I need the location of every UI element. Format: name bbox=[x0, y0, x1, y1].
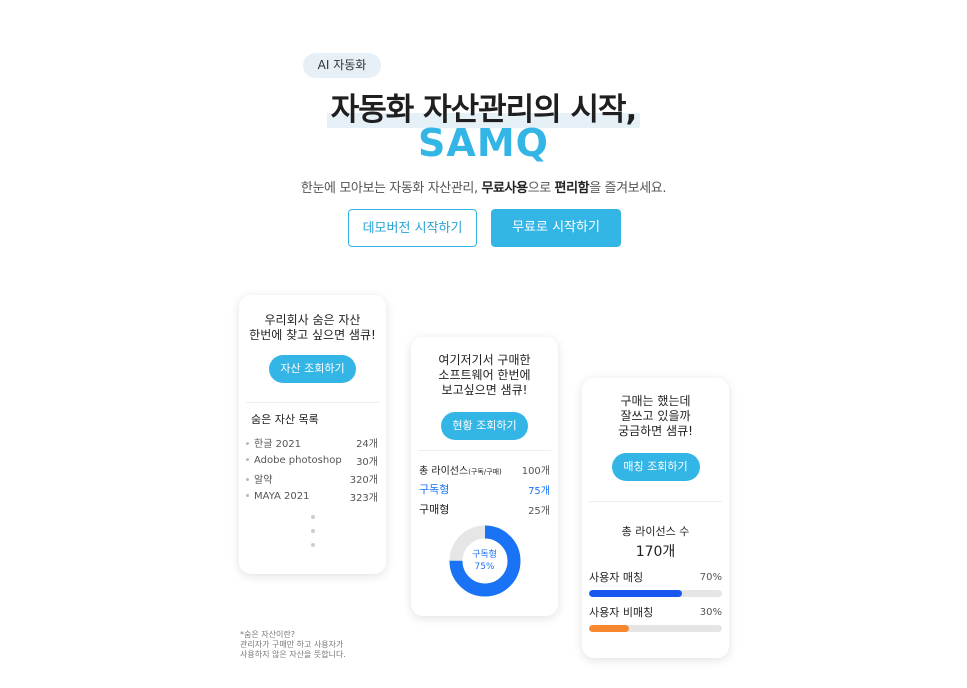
list-item: MAYA 2021 323개 bbox=[246, 487, 378, 505]
list-item-count: 30개 bbox=[356, 456, 378, 468]
donut-percent: 75% bbox=[474, 562, 495, 572]
match-row: 사용자 매칭 70% bbox=[589, 567, 722, 587]
total-license-count: 170개 bbox=[635, 544, 676, 560]
list-item-count: 320개 bbox=[349, 474, 378, 486]
list-item: Adobe photoshop 30개 bbox=[246, 451, 378, 469]
list-item-name: MAYA 2021 bbox=[246, 491, 310, 502]
hero-subline: 한눈에 모아보는 자동화 자산관리, 무료사용으로 편리함을 즐겨보세요. bbox=[0, 177, 967, 196]
subline-bold-convenience: 편리함 bbox=[554, 181, 590, 196]
ai-automation-badge: AI 자동화 bbox=[303, 53, 381, 78]
start-free-button[interactable]: 무료로 시작하기 bbox=[491, 209, 621, 247]
license-summary: 총 라이선스(구독/구매) 100개 구독형 75개 구매형 25개 bbox=[419, 459, 550, 519]
list-item-count: 323개 bbox=[349, 492, 378, 504]
purchase-label: 구매형 bbox=[419, 503, 450, 516]
card-heading: 여기저기서 구매한 소프트웨어 한번에 보고싶으면 샘큐! bbox=[411, 337, 558, 398]
bullet-icon bbox=[246, 442, 249, 445]
unmatch-label: 사용자 비매칭 bbox=[589, 606, 654, 619]
more-ellipsis-icon bbox=[239, 515, 386, 547]
card-heading: 우리회사 숨은 자산 한번에 찾고 싶으면 샘큐! bbox=[239, 295, 386, 343]
total-license-row: 총 라이선스(구독/구매) 100개 bbox=[419, 459, 550, 479]
hidden-asset-list-title: 숨은 자산 목록 bbox=[251, 413, 319, 426]
subscription-label: 구독형 bbox=[419, 483, 450, 496]
list-item: 알약 320개 bbox=[246, 469, 378, 487]
total-license-label: 총 라이선스 수 bbox=[621, 525, 690, 538]
match-label: 사용자 매칭 bbox=[589, 571, 644, 584]
card-heading-line: 여기저기서 구매한 bbox=[438, 353, 531, 367]
unmatch-row: 사용자 비매칭 30% bbox=[589, 602, 722, 622]
matching-search-button[interactable]: 매칭 조회하기 bbox=[611, 453, 700, 481]
divider bbox=[418, 450, 551, 451]
list-item-count: 24개 bbox=[356, 438, 378, 450]
match-progress-bar bbox=[589, 590, 722, 597]
purchase-row: 구매형 25개 bbox=[419, 499, 550, 519]
subline-bold-free: 무료사용 bbox=[481, 181, 528, 196]
item-label: 알약 bbox=[254, 474, 273, 486]
hidden-asset-footnote: *숨은 자산이란? 관리자가 구매만 하고 사용자가 사용하지 않은 자산을 뜻… bbox=[240, 630, 346, 660]
start-demo-button[interactable]: 데모버전 시작하기 bbox=[348, 209, 477, 247]
label-subtext: (구독/구매) bbox=[468, 467, 502, 476]
card-heading-line: 궁금하면 샘큐! bbox=[618, 424, 693, 438]
subline-text: 한눈에 모아보는 자동화 자산관리, bbox=[300, 181, 482, 196]
list-item-name: Adobe photoshop bbox=[246, 455, 342, 466]
subscription-count: 75개 bbox=[528, 485, 550, 497]
card-heading-line: 보고싶으면 샘큐! bbox=[441, 383, 528, 397]
license-matching-card: 구매는 했는데 잘쓰고 있을까 궁금하면 샘큐! 매칭 조회하기 총 라이선스 … bbox=[582, 378, 729, 658]
unmatch-progress-fill bbox=[589, 625, 629, 632]
card-heading-line: 잘쓰고 있을까 bbox=[620, 409, 691, 423]
list-item-name: 알약 bbox=[246, 471, 272, 486]
bullet-icon bbox=[246, 478, 249, 481]
card-heading-line: 구매는 했는데 bbox=[620, 394, 691, 408]
card-heading-line: 소프트웨어 한번에 bbox=[438, 368, 531, 382]
donut-label: 구독형 bbox=[472, 550, 497, 560]
card-heading-line: 한번에 찾고 싶으면 샘큐! bbox=[249, 328, 376, 342]
unmatch-progress-bar bbox=[589, 625, 722, 632]
unmatch-percent: 30% bbox=[699, 606, 722, 618]
footnote-line: *숨은 자산이란? bbox=[240, 630, 295, 639]
purchase-count: 25개 bbox=[528, 505, 550, 517]
footnote-line: 관리자가 구매만 하고 사용자가 bbox=[240, 640, 344, 649]
subscription-row: 구독형 75개 bbox=[419, 479, 550, 499]
list-item: 한글 2021 24개 bbox=[246, 433, 378, 451]
list-item-name: 한글 2021 bbox=[246, 435, 301, 450]
status-search-button[interactable]: 현황 조회하기 bbox=[441, 412, 528, 440]
card-heading: 구매는 했는데 잘쓰고 있을까 궁금하면 샘큐! bbox=[582, 378, 729, 439]
footnote-line: 사용하지 않은 자산을 뜻합니다. bbox=[240, 650, 346, 659]
total-license-label: 총 라이선스(구독/구매) bbox=[419, 462, 502, 477]
item-label: MAYA 2021 bbox=[254, 490, 310, 502]
asset-search-button[interactable]: 자산 조회하기 bbox=[269, 355, 356, 383]
subline-text: 을 즐겨보세요. bbox=[589, 181, 667, 196]
subscription-donut-chart: 구독형 75% bbox=[449, 525, 521, 597]
item-label: 한글 2021 bbox=[254, 438, 302, 450]
match-progress-fill bbox=[589, 590, 683, 597]
card-heading-line: 우리회사 숨은 자산 bbox=[264, 313, 361, 327]
brand-name: SAMQ bbox=[418, 121, 549, 165]
divider bbox=[246, 402, 379, 403]
subline-text: 으로 bbox=[527, 181, 555, 196]
label-text: 총 라이선스 bbox=[419, 465, 469, 477]
match-percent: 70% bbox=[699, 571, 722, 583]
total-license-summary: 총 라이선스 수 170개 bbox=[582, 523, 729, 561]
total-license-count: 100개 bbox=[521, 465, 550, 477]
hidden-asset-list: 한글 2021 24개 Adobe photoshop 30개 알약 320개 MAY… bbox=[246, 433, 378, 505]
item-label: Adobe photoshop bbox=[254, 454, 342, 466]
bullet-icon bbox=[246, 494, 249, 497]
divider bbox=[589, 501, 722, 502]
bullet-icon bbox=[246, 458, 249, 461]
matching-stats: 사용자 매칭 70% 사용자 비매칭 30% bbox=[589, 567, 722, 632]
asset-search-card: 우리회사 숨은 자산 한번에 찾고 싶으면 샘큐! 자산 조회하기 숨은 자산 … bbox=[239, 295, 386, 574]
donut-center-label: 구독형 75% bbox=[449, 549, 521, 573]
license-status-card: 여기저기서 구매한 소프트웨어 한번에 보고싶으면 샘큐! 현황 조회하기 총 … bbox=[411, 337, 558, 616]
